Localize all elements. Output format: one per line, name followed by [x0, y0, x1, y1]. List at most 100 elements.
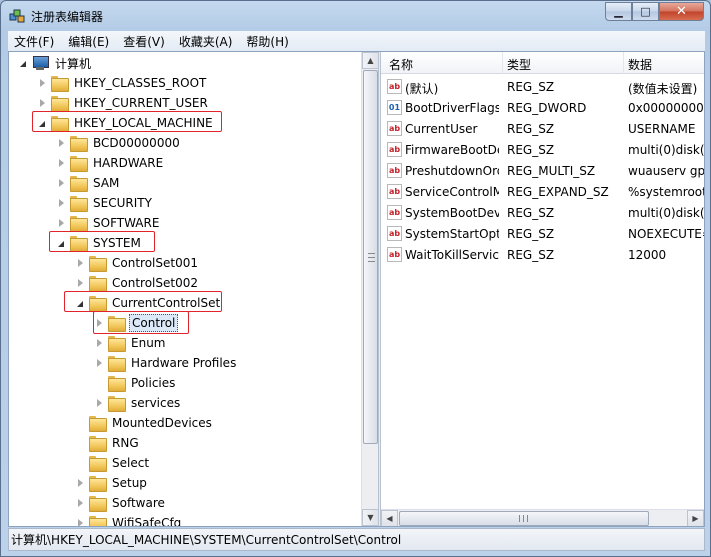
scroll-down-arrow-icon[interactable]: ▼	[362, 509, 379, 526]
folder-icon	[51, 96, 69, 112]
list-row[interactable]: ab WaitToKillServiceTimeout REG_SZ 12000	[381, 245, 704, 266]
tree-node-software[interactable]: SOFTWARE	[57, 213, 161, 233]
tree-node-software-sub[interactable]: Software	[76, 493, 167, 513]
regedit-app-icon	[9, 9, 25, 23]
tree-node-label: Select	[112, 456, 150, 470]
value-name: BootDriverFlags	[405, 101, 499, 115]
menu-help[interactable]: 帮助(H)	[240, 33, 296, 50]
folder-icon	[89, 476, 107, 492]
value-type: REG_EXPAND_SZ	[507, 185, 609, 199]
tree-node-enum[interactable]: Enum	[95, 333, 167, 353]
scroll-right-arrow-icon[interactable]: ▶	[687, 510, 704, 526]
title-bar[interactable]: 注册表编辑器 ▁ □ ✕	[1, 1, 710, 31]
list-row[interactable]: 01 BootDriverFlags REG_DWORD 0x00000000 …	[381, 98, 704, 119]
collapse-arrow-icon[interactable]	[57, 198, 67, 208]
tree-node-label: Policies	[131, 376, 176, 390]
folder-icon	[70, 216, 88, 232]
tree-node-label: SOFTWARE	[93, 216, 160, 230]
collapse-arrow-icon[interactable]	[57, 138, 67, 148]
tree-node-label: MountedDevices	[112, 416, 212, 430]
tree-vertical-scrollbar[interactable]: ▲ ▼	[361, 52, 379, 526]
maximize-icon: □	[640, 5, 651, 18]
value-data: wuauserv gpsvc	[628, 164, 704, 178]
collapse-arrow-icon[interactable]	[76, 518, 86, 526]
list-row[interactable]: ab FirmwareBootDevice REG_SZ multi(0)dis…	[381, 140, 704, 161]
menu-file[interactable]: 文件(F)	[8, 33, 62, 50]
tree-node-services[interactable]: services	[95, 393, 182, 413]
content-area: 计算机 HKEY_CLASSES_ROOT HKEY_CURRENT_USER …	[8, 51, 705, 527]
collapse-arrow-icon[interactable]	[95, 358, 105, 368]
tree-node-computer[interactable]: 计算机	[19, 53, 93, 73]
collapse-arrow-icon[interactable]	[95, 338, 105, 348]
scroll-left-arrow-icon[interactable]: ◀	[381, 510, 398, 526]
minimize-button[interactable]: ▁	[605, 2, 632, 21]
folder-icon	[108, 356, 126, 372]
collapse-arrow-icon[interactable]	[57, 178, 67, 188]
menu-edit[interactable]: 编辑(E)	[62, 33, 117, 50]
grip-icon	[519, 515, 528, 522]
tree-node-setup[interactable]: Setup	[76, 473, 149, 493]
string-value-icon: ab	[387, 184, 402, 199]
tree-node-hkcr[interactable]: HKEY_CLASSES_ROOT	[38, 73, 208, 93]
tree-node-hardware-profiles[interactable]: Hardware Profiles	[95, 353, 238, 373]
binary-value-icon: 01	[387, 100, 402, 115]
tree-node-sam[interactable]: SAM	[57, 173, 121, 193]
list-horizontal-scrollbar[interactable]: ◀ ▶	[381, 509, 704, 526]
list-header: 名称 类型 数据	[381, 52, 704, 74]
highlight-box	[32, 111, 222, 132]
list-row[interactable]: ab (默认) REG_SZ (数值未设置)	[381, 77, 704, 98]
column-divider[interactable]	[623, 52, 624, 74]
value-type: REG_SZ	[507, 248, 555, 262]
tree-node-hardware[interactable]: HARDWARE	[57, 153, 165, 173]
folder-icon	[108, 336, 126, 352]
collapse-arrow-icon[interactable]	[38, 98, 48, 108]
maximize-button[interactable]: □	[632, 2, 659, 21]
menu-view[interactable]: 查看(V)	[117, 33, 173, 50]
value-data: 0x00000000 (0)	[628, 101, 704, 115]
list-row[interactable]: ab PreshutdownOrder REG_MULTI_SZ wuauser…	[381, 161, 704, 182]
tree-node-controlset001[interactable]: ControlSet001	[76, 253, 200, 273]
scroll-up-arrow-icon[interactable]: ▲	[362, 52, 379, 69]
highlight-box	[49, 231, 155, 252]
collapse-arrow-icon[interactable]	[76, 258, 86, 268]
collapse-arrow-icon[interactable]	[57, 218, 67, 228]
folder-icon	[89, 276, 107, 292]
value-data: multi(0)disk(0)rdisk(0)	[628, 143, 704, 157]
collapse-arrow-icon[interactable]	[76, 478, 86, 488]
value-data: (数值未设置)	[628, 82, 698, 96]
list-row[interactable]: ab SystemBootDevice REG_SZ multi(0)disk(…	[381, 203, 704, 224]
collapse-arrow-icon[interactable]	[57, 158, 67, 168]
list-row[interactable]: ab ServiceControlManagerExtension REG_EX…	[381, 182, 704, 203]
tree-node-label: HARDWARE	[93, 156, 164, 170]
scroll-thumb[interactable]	[399, 511, 649, 526]
tree-node-label: Enum	[131, 336, 166, 350]
tree-node-policies[interactable]: Policies	[108, 373, 177, 393]
tree-node-select[interactable]: Select	[89, 453, 151, 473]
tree-node-label: 计算机	[55, 56, 92, 71]
column-header-type[interactable]: 类型	[507, 56, 531, 73]
list-row[interactable]: ab CurrentUser REG_SZ USERNAME	[381, 119, 704, 140]
collapse-arrow-icon[interactable]	[38, 78, 48, 88]
value-name: WaitToKillServiceTimeout	[405, 248, 499, 262]
list-row[interactable]: ab SystemStartOptions REG_SZ NOEXECUTE=O…	[381, 224, 704, 245]
column-divider[interactable]	[502, 52, 503, 74]
expand-arrow-icon[interactable]	[19, 58, 29, 68]
column-header-data[interactable]: 数据	[628, 56, 652, 73]
column-header-name[interactable]: 名称	[389, 56, 413, 73]
tree-node-rng[interactable]: RNG	[89, 433, 141, 453]
tree-node-wifisafecfg[interactable]: WifiSafeCfg	[76, 513, 183, 526]
tree-node-bcd[interactable]: BCD00000000	[57, 133, 182, 153]
scroll-thumb[interactable]	[363, 70, 378, 444]
collapse-arrow-icon[interactable]	[76, 278, 86, 288]
value-type: REG_SZ	[507, 80, 555, 94]
tree-node-controlset002[interactable]: ControlSet002	[76, 273, 200, 293]
close-button[interactable]: ✕	[659, 2, 704, 21]
collapse-arrow-icon[interactable]	[95, 398, 105, 408]
window-title: 注册表编辑器	[31, 10, 104, 24]
tree-node-hkcu[interactable]: HKEY_CURRENT_USER	[38, 93, 210, 113]
tree-node-security[interactable]: SECURITY	[57, 193, 154, 213]
menu-favorites[interactable]: 收藏夹(A)	[173, 33, 241, 50]
string-value-icon: ab	[387, 142, 402, 157]
collapse-arrow-icon[interactable]	[76, 498, 86, 508]
tree-node-mounteddevices[interactable]: MountedDevices	[89, 413, 214, 433]
